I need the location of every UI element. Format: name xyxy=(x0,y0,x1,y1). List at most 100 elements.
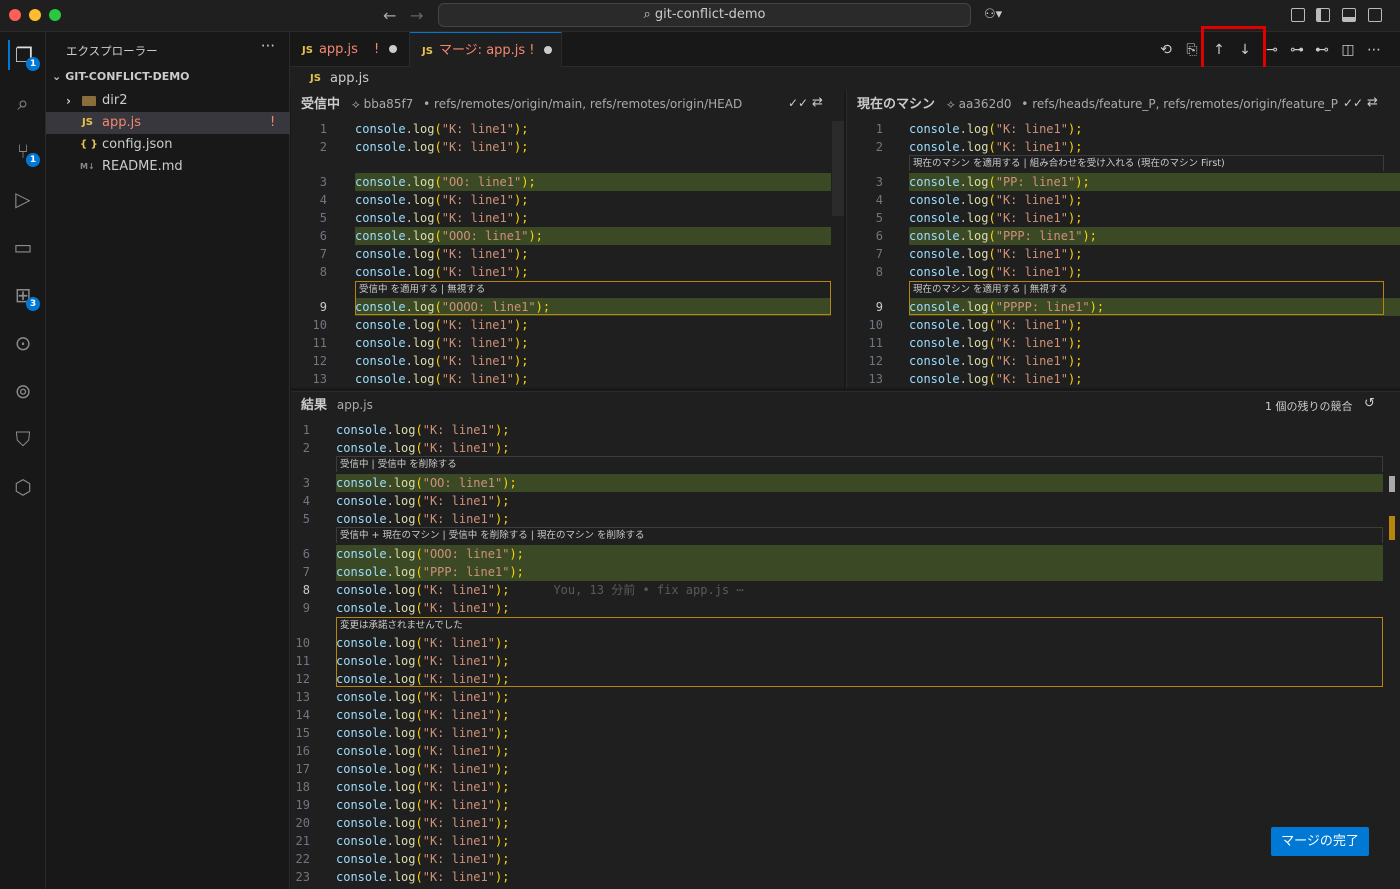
git-graph-icon[interactable]: ⊙ xyxy=(8,328,38,358)
commit-next-icon[interactable]: ⊷ xyxy=(1314,42,1330,58)
tab-app-js[interactable]: JS app.js! xyxy=(290,32,410,67)
compare-icon[interactable]: ⇄ xyxy=(1367,95,1378,110)
tree-item-app-js[interactable]: JS app.js ! xyxy=(46,112,290,134)
open-file-icon[interactable]: ⎘ xyxy=(1184,42,1200,58)
result-file: app.js xyxy=(336,398,373,412)
code-line[interactable]: 21 console.log("K: line1"); xyxy=(291,832,1400,850)
accept-all-icon[interactable]: ✓✓ xyxy=(788,96,808,110)
code-line[interactable]: 1 console.log("K: line1"); xyxy=(847,120,1400,138)
code-line[interactable]: 12 console.log("K: line1"); xyxy=(847,352,1400,370)
commit-icon[interactable]: ⊶ xyxy=(1289,42,1305,58)
line-number: 21 xyxy=(295,834,310,848)
code-line[interactable]: 3 console.log("OO: line1"); xyxy=(291,474,1400,492)
code-line[interactable]: 6 console.log("OOO: line1"); xyxy=(291,545,1400,563)
code-line[interactable]: 12 console.log("K: line1"); xyxy=(291,352,844,370)
folder-icon xyxy=(82,96,96,106)
toggle-primary-sidebar-icon[interactable] xyxy=(1316,8,1330,22)
code-text: console.log("K: line1"); xyxy=(355,336,529,350)
code-line[interactable]: 15 console.log("K: line1"); xyxy=(291,724,1400,742)
code-line[interactable]: 13 console.log("K: line1"); xyxy=(847,370,1400,388)
code-text: console.log("K: line1"); xyxy=(355,122,529,136)
code-line[interactable]: 16 console.log("K: line1"); xyxy=(291,742,1400,760)
code-line[interactable]: 8 console.log("K: line1"); xyxy=(847,263,1400,281)
code-line[interactable]: 7 console.log("K: line1"); xyxy=(291,245,844,263)
back-arrow-icon[interactable]: ← xyxy=(383,6,396,25)
code-line[interactable]: 10 console.log("K: line1"); xyxy=(847,316,1400,334)
remote-explorer-icon[interactable]: ▭ xyxy=(8,232,38,262)
codelens-actions[interactable]: 受信中 + 現在のマシン | 受信中 を削除する | 現在のマシン を削除する xyxy=(336,527,1383,543)
gitlens-icon[interactable]: ⊚ xyxy=(8,376,38,406)
workspace-folder[interactable]: ⌄ GIT-CONFLICT-DEMO xyxy=(52,70,190,83)
code-line[interactable]: 23 console.log("K: line1"); xyxy=(291,868,1400,886)
codelens-actions[interactable]: 現在のマシン を適用する | 組み合わせを受け入れる (現在のマシン First… xyxy=(909,155,1384,171)
source-control-icon[interactable]: ⑂ 1 xyxy=(8,136,40,167)
code-line[interactable]: 4 console.log("K: line1"); xyxy=(847,191,1400,209)
tab-merge-app-js[interactable]: JS マージ: app.js! xyxy=(410,32,562,67)
accept-all-icon[interactable]: ✓✓ xyxy=(1343,96,1363,110)
commit-prev-icon[interactable]: ⊸ xyxy=(1264,42,1280,58)
code-line[interactable]: 4 console.log("K: line1"); xyxy=(291,492,1400,510)
code-line[interactable]: 2 console.log("K: line1"); xyxy=(291,439,1400,457)
complete-merge-button[interactable]: マージの完了 xyxy=(1271,827,1369,856)
code-line[interactable]: 5 console.log("K: line1"); xyxy=(291,209,844,227)
more-actions-icon[interactable]: ⋯ xyxy=(1366,42,1382,58)
line-number: 18 xyxy=(295,780,310,794)
code-text: console.log("K: line1"); xyxy=(909,265,1083,279)
code-line[interactable]: 11 console.log("K: line1"); xyxy=(291,334,844,352)
close-window-button[interactable] xyxy=(9,9,21,21)
zoom-window-button[interactable] xyxy=(49,9,61,21)
search-icon[interactable]: ⌕ xyxy=(8,88,38,118)
minimize-window-button[interactable] xyxy=(29,9,41,21)
forward-arrow-icon[interactable]: → xyxy=(410,6,423,25)
code-line[interactable]: 13 console.log("K: line1"); xyxy=(291,370,844,388)
tree-item-config-json[interactable]: { } config.json xyxy=(46,134,290,156)
code-line[interactable]: 5 console.log("K: line1"); xyxy=(291,510,1400,528)
split-editor-icon[interactable]: ◫ xyxy=(1340,42,1356,58)
reset-icon[interactable]: ↺ xyxy=(1364,396,1375,411)
copilot-icon[interactable]: ⚇▾ xyxy=(984,7,1002,22)
code-line[interactable]: 20 console.log("K: line1"); xyxy=(291,814,1400,832)
code-line[interactable]: 7 console.log("PPP: line1"); xyxy=(291,563,1400,581)
code-line[interactable]: 19 console.log("K: line1"); xyxy=(291,796,1400,814)
run-debug-icon[interactable]: ▷ xyxy=(8,184,38,214)
history-icon[interactable]: ⟲ xyxy=(1158,42,1174,58)
code-line[interactable]: 8 console.log("K: line1"); xyxy=(291,263,844,281)
command-center-search[interactable]: ⌕ git-conflict-demo xyxy=(438,3,971,27)
tree-item-readme[interactable]: M↓ README.md xyxy=(46,156,290,178)
more-actions-icon[interactable]: ··· xyxy=(261,37,275,55)
code-line[interactable]: 17 console.log("K: line1"); xyxy=(291,760,1400,778)
explorer-icon[interactable]: ❐ 1 xyxy=(8,40,40,71)
code-line[interactable]: 3 console.log("PP: line1"); xyxy=(847,173,1400,191)
code-line[interactable]: 6 console.log("OOO: line1"); xyxy=(291,227,844,245)
code-line[interactable]: 14 console.log("K: line1"); xyxy=(291,706,1400,724)
box-icon[interactable]: ⬡ xyxy=(8,472,38,502)
breadcrumb-file[interactable]: app.js xyxy=(330,67,369,91)
customize-layout-icon[interactable] xyxy=(1291,8,1305,22)
code-line[interactable]: 13 console.log("K: line1"); xyxy=(291,688,1400,706)
code-text: console.log("K: line1"); xyxy=(336,601,510,615)
toggle-panel-icon[interactable] xyxy=(1342,8,1356,22)
code-line[interactable]: 22 console.log("K: line1"); xyxy=(291,850,1400,868)
code-line[interactable]: 18 console.log("K: line1"); xyxy=(291,778,1400,796)
code-line[interactable]: 2 console.log("K: line1"); xyxy=(291,138,844,156)
code-line[interactable]: 8 console.log("K: line1"); You, 13 分前 • fi… xyxy=(291,581,1400,599)
code-line[interactable]: 7 console.log("K: line1"); xyxy=(847,245,1400,263)
code-line[interactable]: 3 console.log("OO: line1"); xyxy=(291,173,844,191)
code-line[interactable]: 5 console.log("K: line1"); xyxy=(847,209,1400,227)
code-line[interactable]: 1 console.log("K: line1"); xyxy=(291,120,844,138)
compare-icon[interactable]: ⇄ xyxy=(812,95,823,110)
tree-item-dir2[interactable]: › dir2 xyxy=(46,90,290,112)
code-line[interactable]: 10 console.log("K: line1"); xyxy=(291,316,844,334)
explorer-badge: 1 xyxy=(26,57,40,71)
gitlab-icon[interactable]: ⛉ xyxy=(8,424,38,454)
extensions-icon[interactable]: ⊞ 3 xyxy=(8,280,40,311)
code-line[interactable]: 4 console.log("K: line1"); xyxy=(291,191,844,209)
codelens-actions[interactable]: 受信中 | 受信中 を削除する xyxy=(336,456,1383,472)
toggle-secondary-sidebar-icon[interactable] xyxy=(1368,8,1382,22)
code-line[interactable]: 6 console.log("PPP: line1"); xyxy=(847,227,1400,245)
code-line[interactable]: 1 console.log("K: line1"); xyxy=(291,421,1400,439)
code-line[interactable]: 9 console.log("K: line1"); xyxy=(291,599,1400,617)
line-number: 3 xyxy=(875,175,883,189)
code-line[interactable]: 11 console.log("K: line1"); xyxy=(847,334,1400,352)
code-line[interactable]: 2 console.log("K: line1"); xyxy=(847,138,1400,156)
